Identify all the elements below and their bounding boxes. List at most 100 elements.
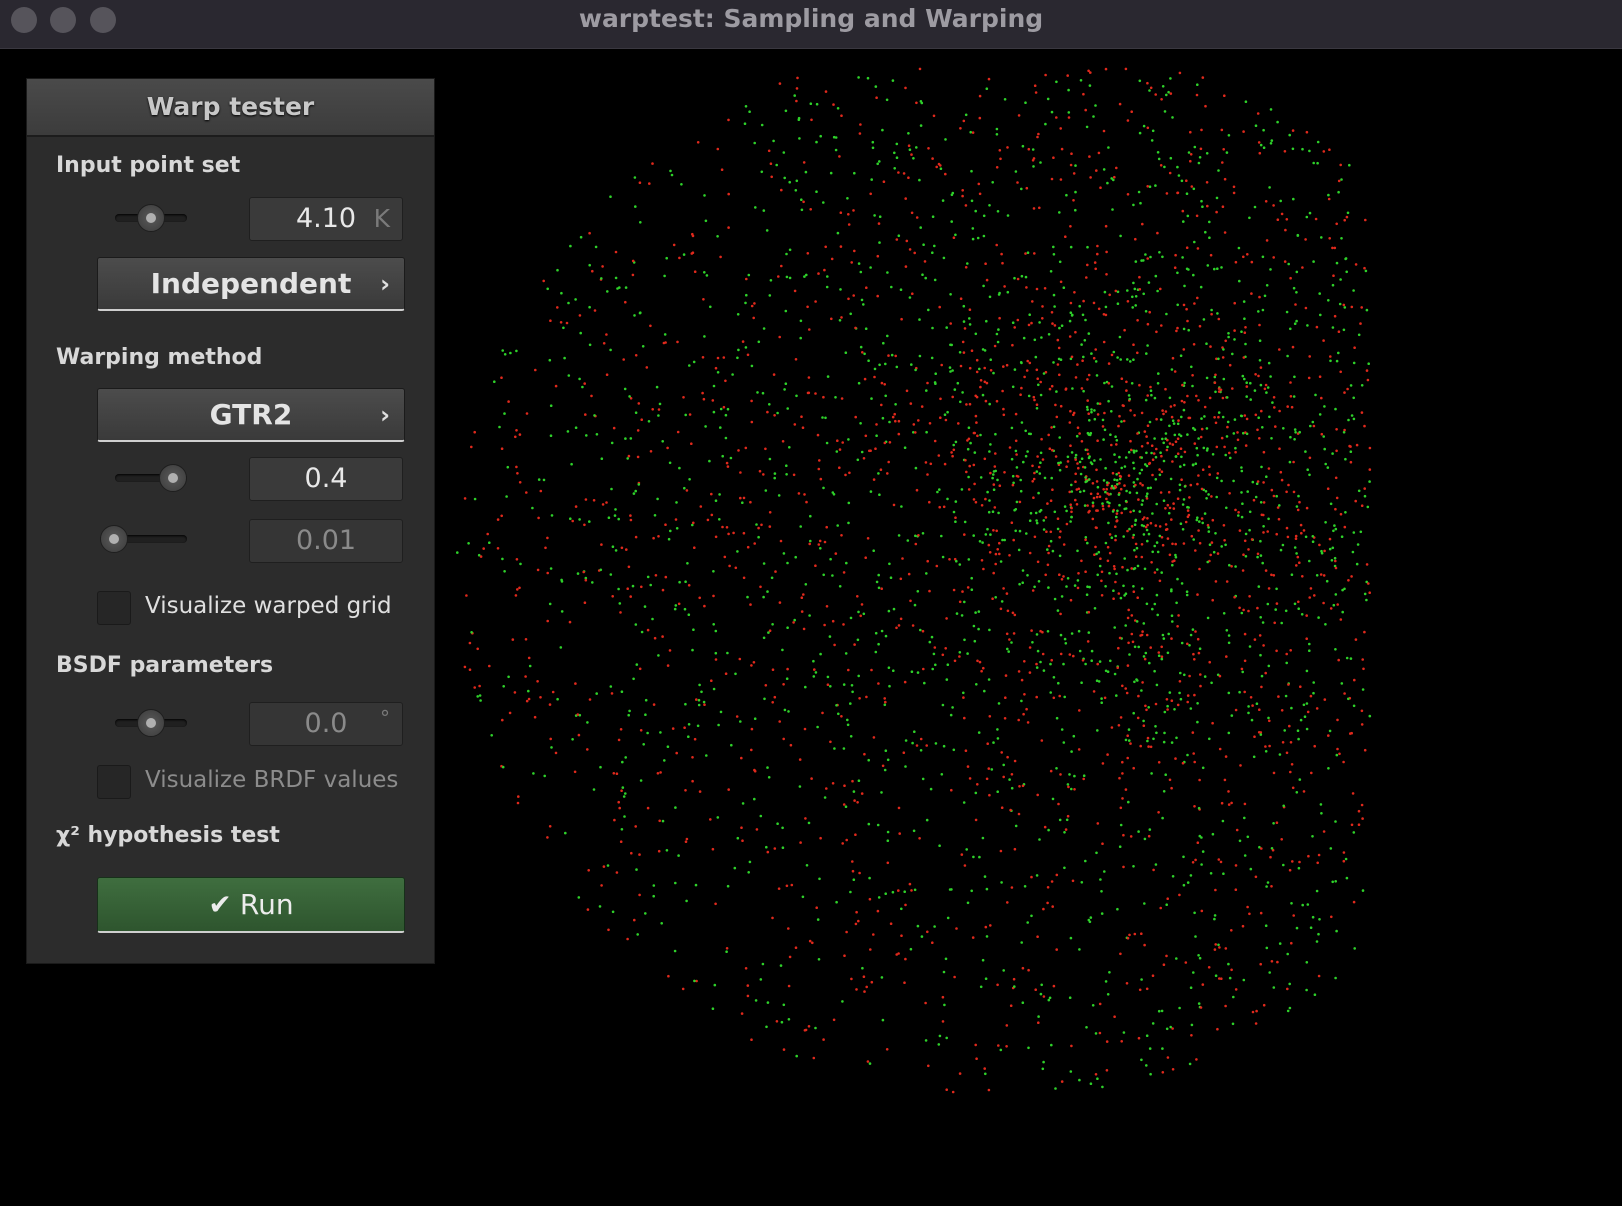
sample-point [806,252,810,255]
sample-point [1204,490,1208,493]
sample-point [719,710,723,714]
sample-point [1059,633,1063,637]
sample-point [1037,1015,1040,1018]
sample-point [588,231,591,235]
sample-point [1039,161,1042,164]
sample-point [1322,339,1325,342]
sample-point [1245,385,1249,388]
sample-point [1087,69,1090,73]
checkbox-box[interactable] [97,591,131,625]
warp-parameter2-slider[interactable] [100,523,187,553]
point-count-field[interactable]: 4.10 K [249,197,403,241]
sample-point [1023,885,1027,888]
sample-point [833,747,836,750]
sample-point [1171,356,1175,360]
point-count-slider[interactable] [115,202,187,232]
sample-point [1149,1072,1152,1076]
sample-point [1117,424,1120,428]
sample-point [527,656,531,660]
sample-point [907,144,911,147]
warp-parameter-field[interactable]: 0.4 [249,457,403,501]
sample-point [1217,169,1220,172]
sample-point [1192,971,1195,974]
sample-point [1236,438,1240,442]
sample-point [1267,467,1271,470]
slider-knob[interactable] [159,464,187,492]
sample-point [874,447,877,451]
sample-point [1272,256,1275,259]
sample-point [1199,684,1202,688]
sample-point [1074,330,1077,334]
sample-point [1184,961,1188,964]
visualize-brdf-checkbox[interactable]: Visualize BRDF values [97,765,398,799]
warping-method-dropdown-button[interactable]: GTR2 › [97,388,405,442]
sample-point [1165,1027,1169,1031]
sample-point [1077,572,1080,575]
sample-point [1262,146,1266,149]
bsdf-angle-slider[interactable] [115,707,187,737]
sample-point [564,831,567,835]
sample-point [889,922,893,925]
slider-knob[interactable] [137,709,165,737]
sample-point [1183,485,1187,488]
sample-point [1132,203,1135,207]
slider-knob[interactable] [100,525,128,553]
sample-point [1352,704,1356,708]
sample-point [766,410,769,414]
sample-point [779,964,783,967]
sample-point [1036,377,1039,381]
sample-point [1241,374,1245,378]
sample-point [1322,435,1325,438]
bsdf-angle-field[interactable]: 0.0 ° [249,702,403,746]
sampler-dropdown-button[interactable]: Independent › [97,257,405,311]
sample-point [583,382,586,385]
sample-point [857,610,860,614]
sample-point [934,663,937,667]
sample-point [838,448,842,451]
panel-title[interactable]: Warp tester [27,79,434,137]
warp-parameter-slider[interactable] [115,462,187,492]
sample-point [1076,363,1079,366]
sample-point [1025,286,1028,289]
sample-point [954,233,957,237]
sample-point [609,685,613,688]
sample-point [835,450,839,453]
sample-point [1037,580,1041,583]
sample-point [754,999,758,1002]
sample-point [1040,437,1043,441]
sample-point [1014,449,1018,453]
sample-point [682,253,686,256]
sample-point [973,451,977,454]
slider-knob[interactable] [137,204,165,232]
sample-point [687,613,691,616]
sample-point [658,402,662,406]
sample-point [914,466,918,470]
sample-point [1086,408,1089,411]
sample-point [1357,333,1361,337]
visualize-warped-grid-checkbox[interactable]: Visualize warped grid [97,591,397,625]
sample-point [1148,661,1151,665]
sample-point [732,531,735,535]
sample-point [719,255,722,259]
warp-parameter2-field[interactable]: 0.01 [249,519,403,563]
sample-point [1107,146,1110,149]
sample-point [1201,76,1205,79]
sample-point [1025,369,1029,372]
run-test-button[interactable]: ✔ Run [97,877,405,933]
sample-point [814,564,817,567]
sample-point [1331,326,1335,329]
sample-point [1026,251,1030,254]
sample-point [1118,503,1121,507]
checkbox-box[interactable] [97,765,131,799]
sample-point [858,697,861,700]
sample-point [742,576,746,580]
sample-point [857,674,860,678]
sample-point [927,308,930,312]
sample-point [932,114,936,118]
sample-point [860,792,864,795]
sample-point [974,791,978,795]
sample-point [1211,721,1214,725]
sample-point [1095,480,1099,483]
sample-point [997,702,1001,705]
sample-point [1251,480,1255,484]
